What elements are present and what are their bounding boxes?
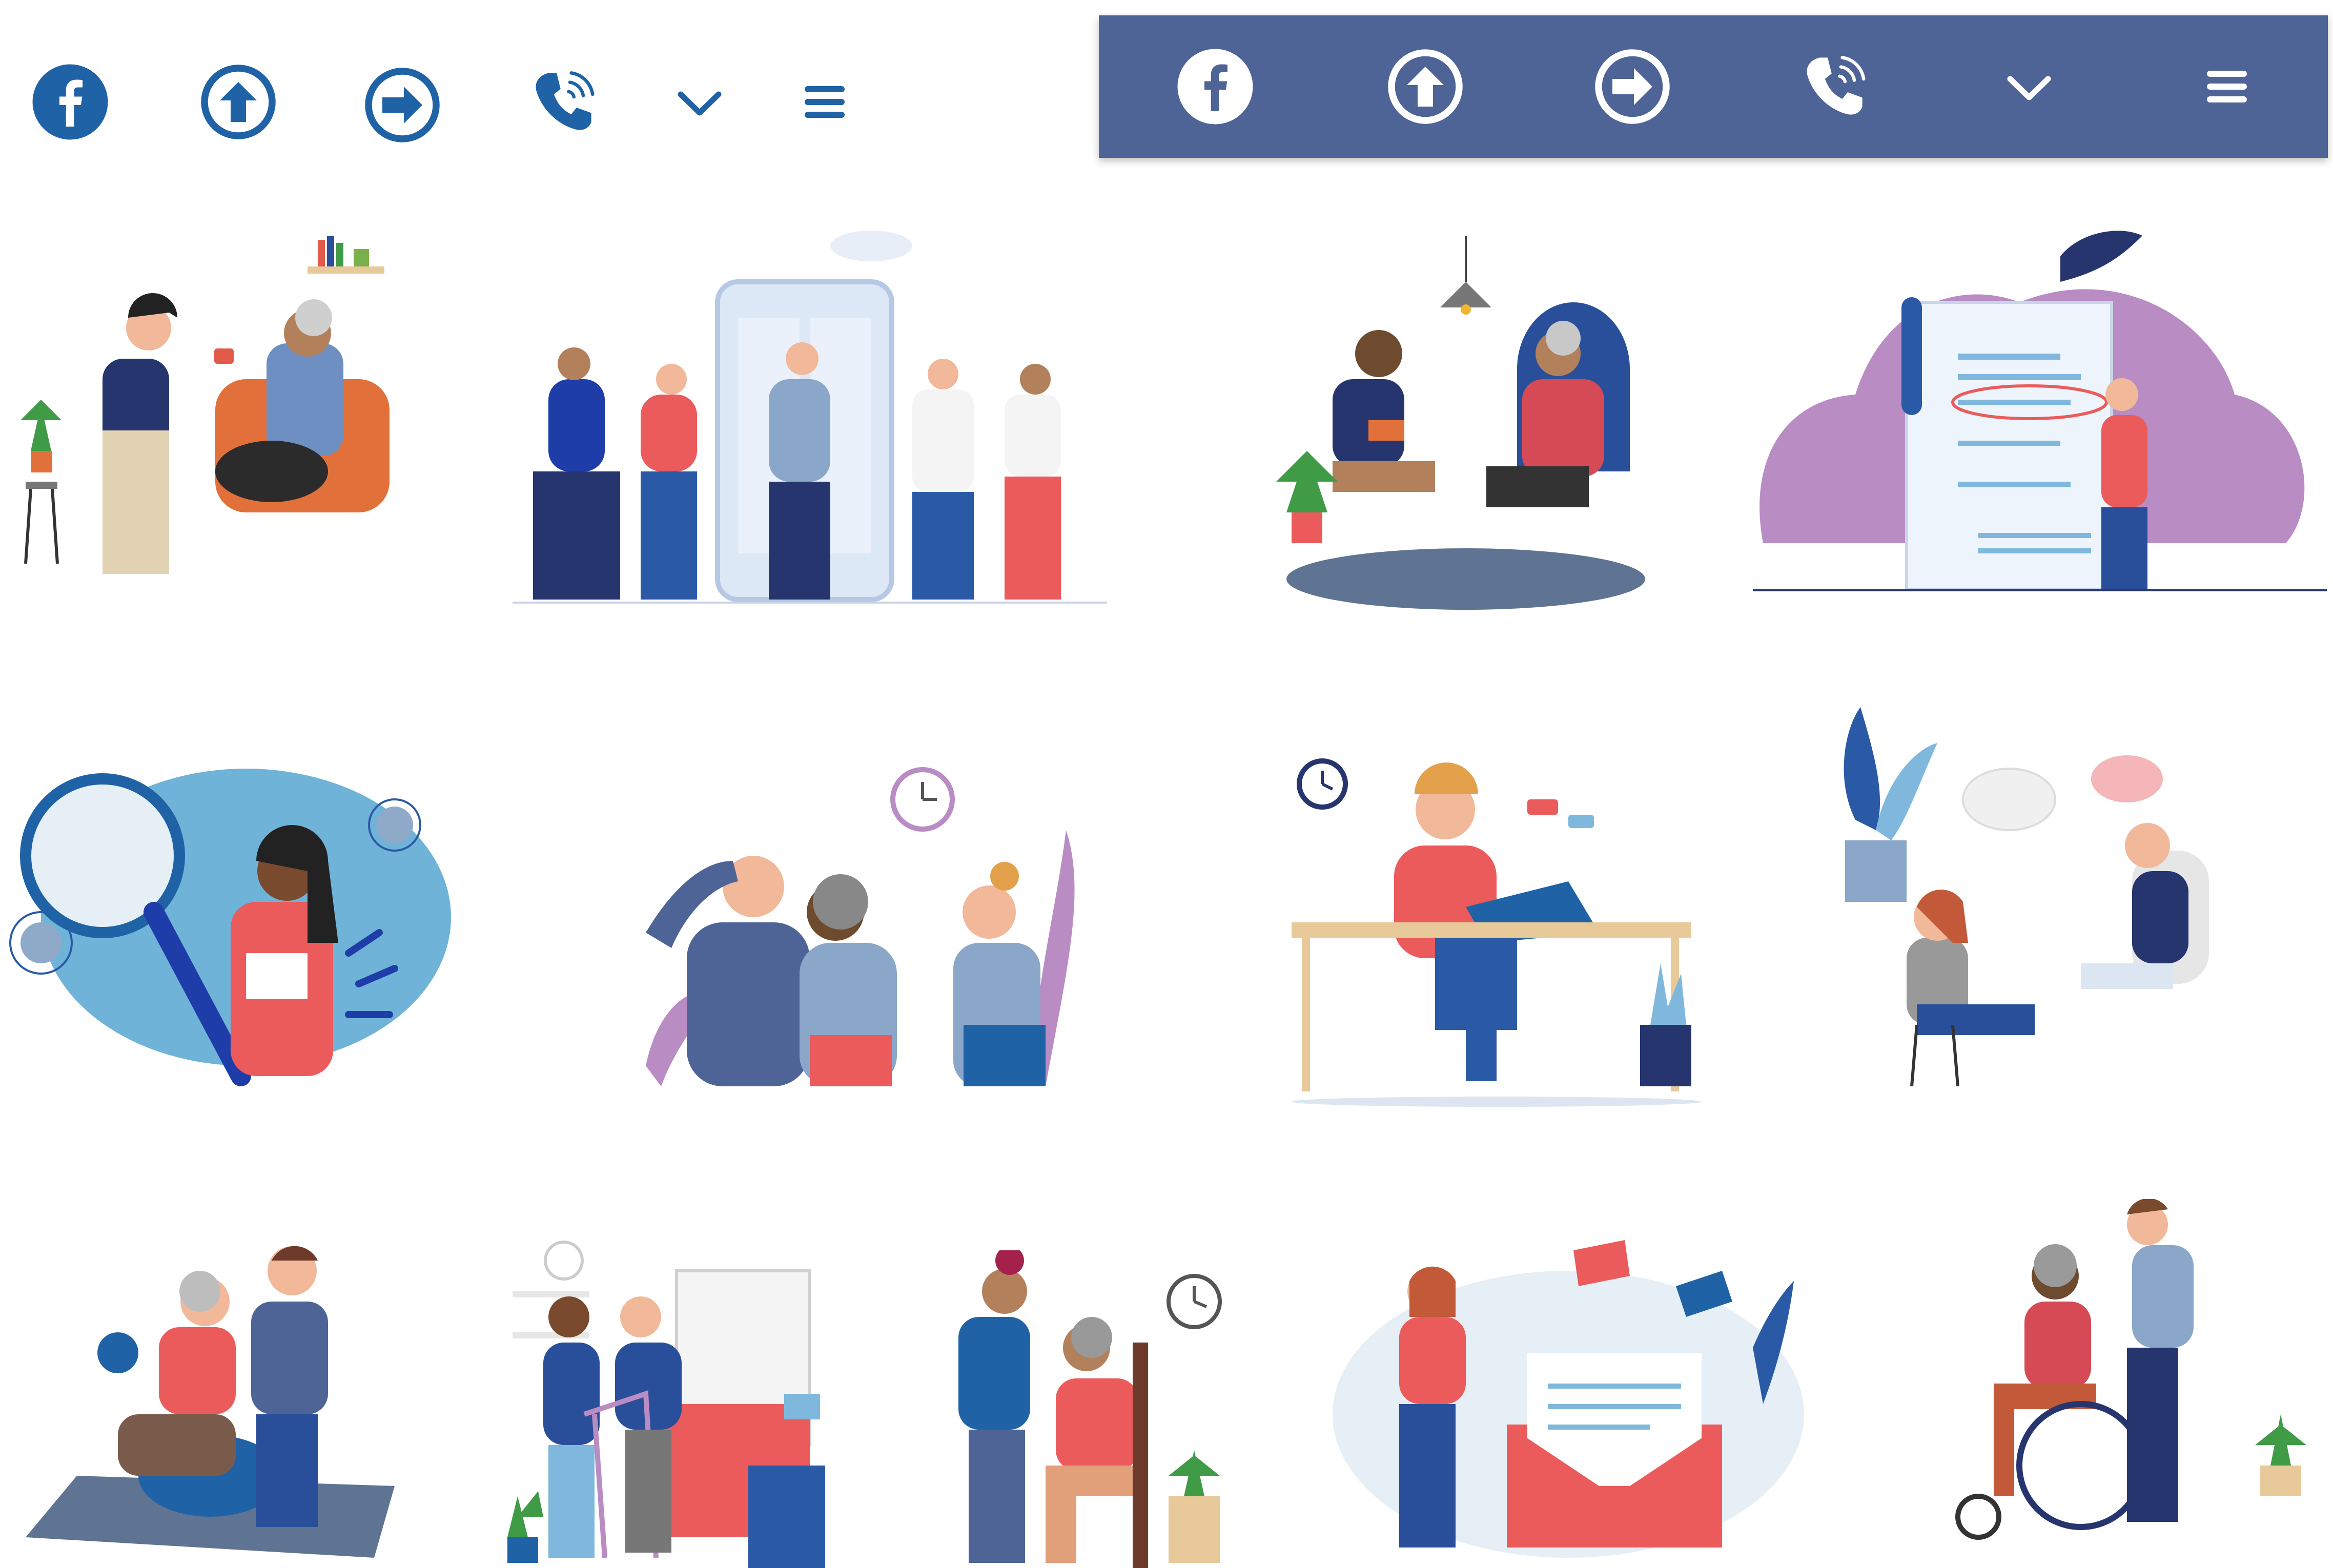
arrow-up-circle-icon[interactable] bbox=[1387, 48, 1464, 125]
caregiver-serving-tea-illustration bbox=[21, 236, 390, 574]
email-envelope-illustration bbox=[1333, 1240, 1804, 1558]
elders-with-nurse-illustration bbox=[646, 767, 1075, 1086]
remote-work-desk-illustration bbox=[1292, 758, 1702, 1107]
arrow-right-circle-icon[interactable] bbox=[364, 67, 441, 143]
counseling-conversation-illustration bbox=[1844, 707, 2209, 1086]
hamburger-menu-icon[interactable] bbox=[2207, 70, 2247, 104]
team-mobile-app-illustration bbox=[513, 231, 1107, 604]
arrow-right-circle-icon[interactable] bbox=[1594, 48, 1671, 125]
icon-bar-dark bbox=[1099, 15, 2328, 158]
arrow-up-circle-icon[interactable] bbox=[200, 64, 277, 140]
reading-with-elder-illustration bbox=[1276, 236, 1645, 610]
magnifier-research-illustration bbox=[9, 769, 451, 1086]
facebook-icon[interactable] bbox=[1177, 48, 1254, 125]
hamburger-menu-icon[interactable] bbox=[805, 85, 845, 119]
phone-ringing-icon[interactable] bbox=[530, 68, 597, 134]
facebook-icon[interactable] bbox=[32, 64, 109, 140]
checklist-document-illustration bbox=[1753, 231, 2327, 591]
physiotherapy-ball-illustration bbox=[26, 1246, 395, 1558]
phone-ringing-icon[interactable] bbox=[1801, 52, 1868, 119]
chevron-down-icon[interactable] bbox=[2006, 73, 2052, 104]
walker-assistance-illustration bbox=[507, 1241, 825, 1568]
chevron-down-icon[interactable] bbox=[677, 88, 723, 119]
wheelchair-assistance-illustration bbox=[1955, 1199, 2306, 1540]
nurse-with-seated-elder-illustration bbox=[958, 1250, 1222, 1568]
